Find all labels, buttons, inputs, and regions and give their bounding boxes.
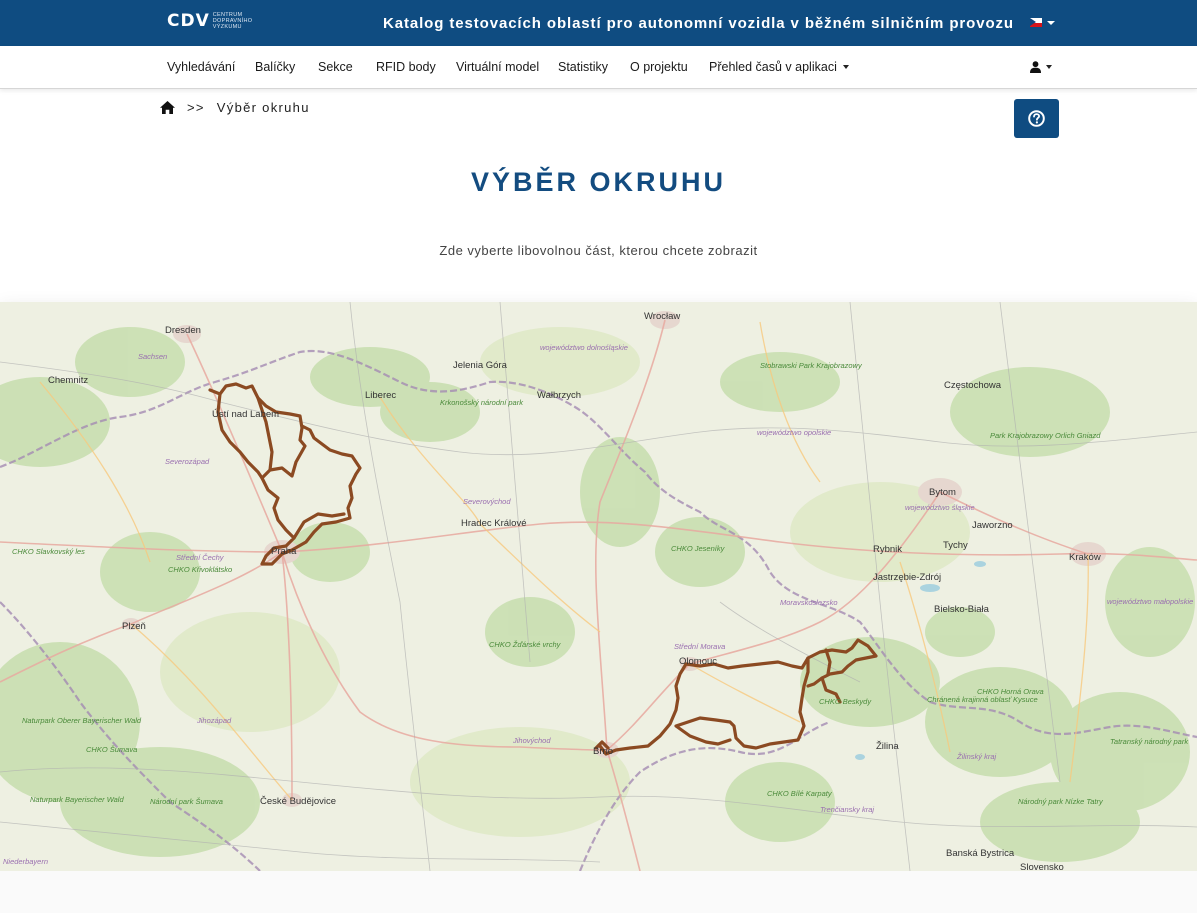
map-label-city: České Budějovice bbox=[260, 796, 336, 807]
map-label-region: Sachsen bbox=[138, 352, 167, 361]
map-label-city: Olomouc bbox=[679, 656, 717, 667]
map-label-city: Brno bbox=[593, 746, 613, 757]
nav-item-about[interactable]: O projektu bbox=[630, 60, 688, 74]
map-canvas[interactable]: Dresden Chemnitz Wrocław Jelenia Góra Li… bbox=[0, 302, 1197, 871]
breadcrumb-current: Výběr okruhu bbox=[216, 100, 310, 115]
nav-item-search[interactable]: Vyhledávání bbox=[167, 60, 235, 74]
map-label-region: Chránená krajinná oblasť Kysuce bbox=[927, 695, 1038, 704]
map-label-city: Dresden bbox=[165, 325, 201, 336]
map-label-region: Niederbayern bbox=[3, 857, 48, 866]
map-label-city: Rybnik bbox=[873, 544, 902, 555]
map-label-region: Národný park Nízke Tatry bbox=[1018, 797, 1104, 806]
map-label-region: Národní park Šumava bbox=[150, 797, 223, 806]
language-selector[interactable] bbox=[1030, 18, 1055, 27]
map-label-city: Žilina bbox=[876, 741, 899, 752]
chevron-down-icon bbox=[1047, 20, 1055, 25]
map-label-region: Tatranský národný park bbox=[1110, 737, 1189, 746]
map-label-region: CHKO Beskydy bbox=[819, 697, 872, 706]
map-label-region: Jihovýchod bbox=[512, 736, 551, 745]
chevron-down-icon bbox=[842, 65, 849, 69]
czech-flag-icon bbox=[1030, 18, 1042, 27]
map-view[interactable]: Dresden Chemnitz Wrocław Jelenia Góra Li… bbox=[0, 302, 1197, 871]
cdv-logo[interactable]: CDV CENTRUM DOPRAVNÍHO VÝZKUMU bbox=[167, 11, 252, 31]
map-label-city: Praha bbox=[271, 546, 297, 557]
map-label-city: Bielsko-Biała bbox=[934, 604, 990, 615]
map-label-country: Slovensko bbox=[1020, 862, 1064, 871]
map-label-city: Ústí nad Labem bbox=[212, 409, 279, 420]
map-label-city: Bytom bbox=[929, 487, 956, 498]
map-label-region: województwo dolnośląskie bbox=[540, 343, 628, 352]
map-label-city: Liberec bbox=[365, 390, 396, 401]
nav-item-rfid[interactable]: RFID body bbox=[376, 60, 436, 74]
help-button[interactable] bbox=[1014, 99, 1059, 138]
nav-item-packages[interactable]: Balíčky bbox=[255, 60, 295, 74]
map-label-region: CHKO Slavkovský les bbox=[12, 547, 85, 556]
user-icon bbox=[1030, 61, 1041, 73]
map-label-region: CHKO Šumava bbox=[86, 745, 137, 754]
map-label-region: CHKO Křivoklátsko bbox=[168, 565, 232, 574]
map-label-region: Stobrawski Park Krajobrazowy bbox=[760, 361, 863, 370]
nav-item-sections[interactable]: Sekce bbox=[318, 60, 353, 74]
map-label-city: Częstochowa bbox=[944, 380, 1002, 391]
map-label-city: Jastrzębie-Zdrój bbox=[873, 572, 941, 583]
map-label-city: Wałbrzych bbox=[537, 390, 581, 401]
map-label-region: Severozápad bbox=[165, 457, 210, 466]
logo-text: CENTRUM DOPRAVNÍHO VÝZKUMU bbox=[212, 12, 253, 30]
map-label-region: województwo opolskie bbox=[757, 428, 831, 437]
breadcrumb: >> Výběr okruhu bbox=[160, 100, 310, 115]
map-label-region: województwo śląskie bbox=[905, 503, 975, 512]
map-label-city: Kraków bbox=[1069, 552, 1101, 563]
map-label-region: Střední Morava bbox=[674, 642, 725, 651]
map-label-region: Naturpark Bayerischer Wald bbox=[30, 795, 124, 804]
logo-mark: CDV bbox=[167, 11, 210, 31]
map-label-region: Střední Čechy bbox=[176, 553, 225, 562]
map-label-city: Banská Bystrica bbox=[946, 848, 1015, 859]
map-label-region: województwo małopolskie bbox=[1107, 597, 1193, 606]
map-label-city: Chemnitz bbox=[48, 375, 88, 386]
map-label-region: Park Krajobrazowy Orlich Gniazd bbox=[990, 431, 1101, 440]
map-label-region: Severovýchod bbox=[463, 497, 511, 506]
breadcrumb-separator: >> bbox=[187, 100, 205, 115]
nav-item-statistics[interactable]: Statistiky bbox=[558, 60, 608, 74]
main-navbar: Vyhledávání Balíčky Sekce RFID body Virt… bbox=[0, 46, 1197, 89]
map-label-region: Trenčiansky kraj bbox=[820, 805, 874, 814]
map-label-region: Naturpark Oberer Bayerischer Wald bbox=[22, 716, 142, 725]
map-label-region: CHKO Horná Orava bbox=[977, 687, 1044, 696]
map-label-city: Plzeň bbox=[122, 621, 146, 632]
page-title: VÝBĚR OKRUHU bbox=[470, 167, 727, 197]
map-label-city: Jaworzno bbox=[972, 520, 1013, 531]
user-menu[interactable] bbox=[1030, 61, 1052, 73]
map-label-region: Moravskoslezsko bbox=[780, 598, 838, 607]
chevron-down-icon bbox=[1046, 65, 1052, 69]
question-circle-icon bbox=[1028, 110, 1045, 127]
map-label-region: CHKO Jeseníky bbox=[671, 544, 726, 553]
map-label-region: CHKO Žďárské vrchy bbox=[489, 640, 562, 649]
map-label-city: Tychy bbox=[943, 540, 968, 551]
map-label-region: Krkonošský národní park bbox=[440, 398, 524, 407]
map-label-region: Jihozápad bbox=[196, 716, 232, 725]
page-subtitle: Zde vyberte libovolnou část, kterou chce… bbox=[439, 243, 758, 258]
nav-item-times-overview[interactable]: Přehled časů v aplikaci bbox=[709, 60, 849, 74]
app-title: Katalog testovacích oblastí pro autonomn… bbox=[383, 15, 1014, 32]
map-label-city: Wrocław bbox=[644, 311, 680, 322]
map-label-region: CHKO Bílé Karpaty bbox=[767, 789, 833, 798]
map-label-region: Žilinský kraj bbox=[956, 752, 997, 761]
map-label-city: Hradec Králové bbox=[461, 518, 526, 529]
home-icon[interactable] bbox=[160, 101, 175, 114]
page-footer-space bbox=[0, 871, 1197, 913]
map-label-city: Jelenia Góra bbox=[453, 360, 508, 371]
nav-item-virtual-model[interactable]: Virtuální model bbox=[456, 60, 539, 74]
top-bar: CDV CENTRUM DOPRAVNÍHO VÝZKUMU Katalog t… bbox=[0, 0, 1197, 46]
